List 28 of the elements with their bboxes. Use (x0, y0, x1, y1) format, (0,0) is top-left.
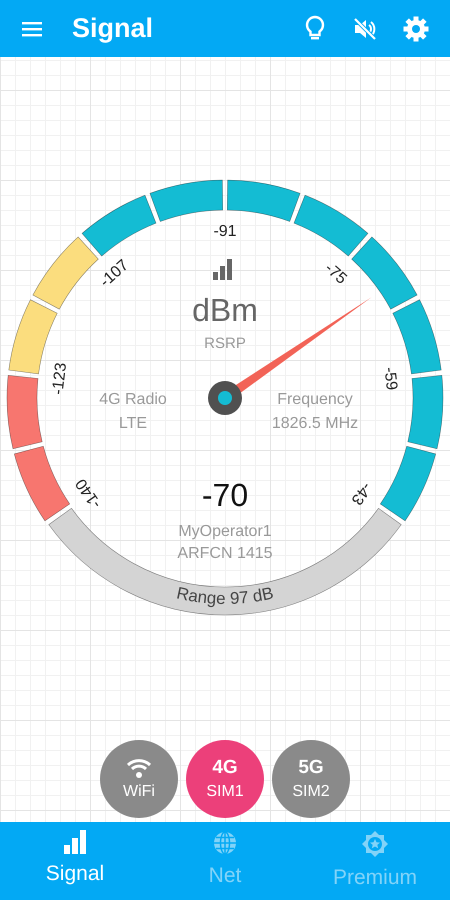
scale-label: -59 (380, 366, 400, 392)
frequency-label: Frequency (277, 391, 353, 408)
nav-tab[interactable]: Signal (0, 822, 150, 900)
star-badge-icon (361, 830, 389, 858)
metric-label: RSRP (204, 335, 246, 352)
signal-bars-icon (213, 259, 232, 280)
scale-label: -140 (72, 475, 105, 512)
wifi-icon (126, 757, 152, 780)
channel-label: ARFCN 1415 (177, 545, 273, 562)
operator-name: MyOperator1 (178, 523, 272, 540)
scale-label: -75 (321, 260, 350, 288)
network-button[interactable]: 4G SIM1 (186, 740, 264, 818)
globe-icon (212, 830, 238, 856)
range-label: Range 97 dB (174, 583, 276, 608)
signal-value: -70 (202, 477, 248, 513)
scale-label: -91 (213, 223, 237, 240)
signal-bars-icon (62, 830, 88, 854)
needle-hub (208, 381, 242, 415)
scale-label: -107 (96, 256, 132, 291)
app-title: Signal (72, 12, 154, 46)
radio-value: LTE (118, 415, 148, 432)
frequency-value: 1826.5 MHz (272, 415, 358, 432)
radio-label: 4G Radio (99, 391, 167, 408)
unit-label: dBm (192, 292, 258, 328)
network-button[interactable]: 5G SIM2 (272, 740, 350, 818)
network-button[interactable]: WiFi (100, 740, 178, 818)
scale-label: -123 (50, 362, 70, 396)
scale-label: -43 (348, 479, 375, 508)
